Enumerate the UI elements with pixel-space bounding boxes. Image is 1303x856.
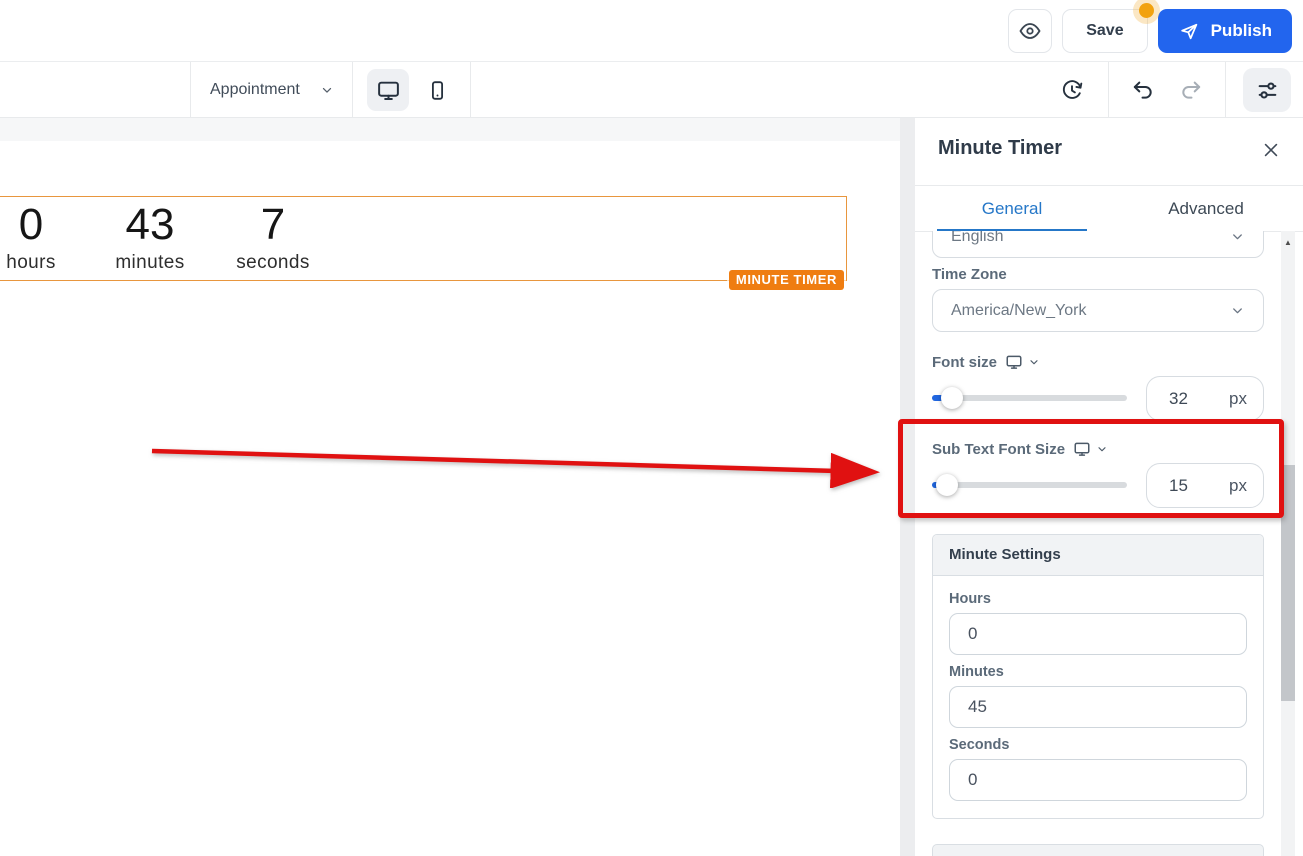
sub-text-font-size-label: Sub Text Font Size	[932, 440, 1066, 458]
minute-settings-title: Minute Settings	[933, 535, 1263, 576]
slider-thumb[interactable]	[941, 387, 963, 409]
notification-dot-icon	[1138, 3, 1154, 18]
settings-panel: Minute Timer General Advanced English Ti…	[915, 118, 1303, 856]
publish-button-label: Publish	[1210, 21, 1272, 40]
editor-canvas: 0 hours 43 minutes 7 seconds MINUTE TIME…	[0, 118, 900, 856]
font-size-unit: px	[1229, 388, 1247, 408]
toolbar-divider	[470, 62, 471, 117]
redo-button[interactable]	[1170, 69, 1212, 111]
chevron-down-icon	[1230, 303, 1245, 318]
font-size-input-group: px	[1146, 376, 1264, 421]
scrollbar-up-arrow-icon[interactable]: ▲	[1281, 239, 1295, 247]
panel-scroll-area: English Time Zone America/New_York Font …	[915, 231, 1281, 856]
filters-icon	[1255, 78, 1280, 103]
save-button[interactable]: Save	[1062, 3, 1154, 53]
global-settings-button[interactable]	[1243, 68, 1291, 112]
sub-text-font-size-label-row: Sub Text Font Size	[932, 440, 1108, 458]
chevron-down-icon	[1096, 443, 1108, 455]
history-button[interactable]	[1051, 69, 1093, 111]
editor-toolbar: Appointment	[0, 62, 1303, 118]
canvas-gutter	[900, 118, 915, 856]
sub-text-font-size-unit: px	[1229, 475, 1247, 495]
chevron-down-icon	[1028, 356, 1040, 368]
mobile-icon	[426, 79, 449, 102]
panel-header: Minute Timer	[915, 118, 1303, 186]
sub-text-font-size-input[interactable]	[1167, 474, 1219, 497]
undo-icon	[1131, 78, 1155, 102]
timezone-value: America/New_York	[951, 301, 1087, 319]
sub-text-font-size-input-group: px	[1146, 463, 1264, 508]
panel-scrollbar[interactable]: ▲	[1281, 231, 1295, 856]
selection-badge: MINUTE TIMER	[728, 270, 844, 290]
desktop-icon	[376, 78, 401, 103]
font-size-label-row: Font size	[932, 353, 1040, 371]
timer-hours-label: hours	[6, 252, 56, 274]
panel-tabs: General Advanced	[915, 186, 1303, 232]
canvas-section-strip	[0, 118, 900, 141]
send-icon	[1178, 20, 1200, 42]
slider-track[interactable]	[932, 482, 1127, 488]
chevron-down-icon	[1230, 231, 1245, 244]
font-size-input[interactable]	[1167, 387, 1219, 410]
minutes-input[interactable]	[949, 686, 1247, 728]
language-select[interactable]: English	[932, 231, 1264, 258]
timer-minutes-label: minutes	[115, 252, 185, 274]
close-icon	[1261, 140, 1281, 160]
timer-hours-value: 0	[18, 200, 44, 249]
eye-icon	[1018, 19, 1042, 43]
tab-general[interactable]: General	[915, 186, 1109, 232]
desktop-icon	[1005, 353, 1023, 371]
undo-button[interactable]	[1122, 69, 1164, 111]
timezone-label: Time Zone	[932, 266, 1007, 283]
timer-unit-seconds: 7 seconds	[235, 200, 311, 274]
redo-icon	[1179, 78, 1203, 102]
timer-seconds-label: seconds	[236, 252, 310, 274]
top-header: Save Publish	[0, 0, 1303, 62]
page-selector-dropdown[interactable]: Appointment	[210, 62, 334, 117]
seconds-label: Seconds	[949, 737, 1010, 753]
language-value: English	[951, 231, 1004, 245]
timer-seconds-value: 7	[260, 200, 286, 249]
toolbar-divider	[352, 62, 353, 117]
font-size-label: Font size	[932, 353, 998, 371]
minute-settings-card: Minute Settings Hours Minutes Seconds	[932, 534, 1264, 819]
close-panel-button[interactable]	[1260, 139, 1282, 161]
toolbar-divider	[1225, 62, 1226, 117]
desktop-view-button[interactable]	[367, 69, 409, 111]
timer-unit-hours: 0 hours	[1, 200, 61, 274]
timezone-select[interactable]: America/New_York	[932, 289, 1264, 332]
next-settings-card-header	[932, 844, 1264, 856]
panel-title: Minute Timer	[938, 137, 1063, 159]
minute-timer-widget[interactable]: 0 hours 43 minutes 7 seconds MINUTE TIME…	[0, 196, 847, 290]
minute-settings-body: Hours Minutes Seconds	[933, 576, 1263, 801]
hours-input[interactable]	[949, 613, 1247, 655]
save-button-label: Save	[1086, 22, 1124, 39]
tab-advanced[interactable]: Advanced	[1109, 186, 1303, 231]
hours-label: Hours	[949, 591, 991, 607]
toolbar-divider	[190, 62, 191, 117]
preview-button[interactable]	[1008, 9, 1053, 53]
countdown-timer: 0 hours 43 minutes 7 seconds	[1, 200, 311, 274]
chevron-down-icon	[320, 83, 334, 97]
desktop-icon	[1073, 440, 1091, 458]
publish-button[interactable]: Publish	[1157, 9, 1292, 53]
font-size-slider[interactable]	[932, 387, 1127, 409]
minutes-label: Minutes	[949, 664, 1004, 680]
header-actions: Save Publish	[1008, 3, 1292, 53]
history-clock-icon	[1060, 78, 1084, 102]
page-selector-label: Appointment	[210, 80, 300, 98]
seconds-input[interactable]	[949, 759, 1247, 801]
timer-minutes-value: 43	[125, 200, 175, 249]
scrollbar-thumb[interactable]	[1281, 465, 1295, 701]
toolbar-divider	[1108, 62, 1109, 117]
timer-unit-minutes: 43 minutes	[111, 200, 189, 274]
font-size-device-scope[interactable]	[1005, 353, 1040, 371]
sub-text-device-scope[interactable]	[1073, 440, 1108, 458]
sub-text-font-size-slider[interactable]	[932, 474, 1127, 496]
slider-thumb[interactable]	[936, 474, 958, 496]
mobile-view-button[interactable]	[416, 69, 458, 111]
app-window: Save Publish Appointment 0 hours 43 minu…	[0, 0, 1303, 856]
